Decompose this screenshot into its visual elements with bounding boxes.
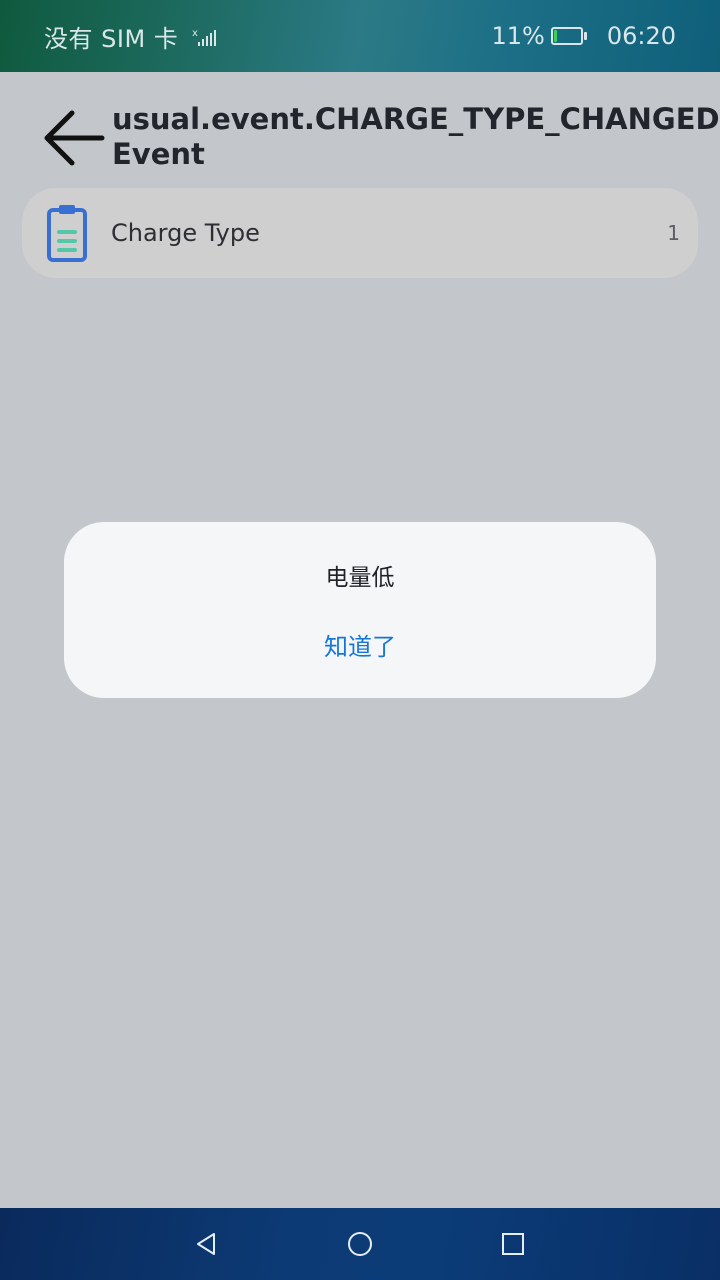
status-left: 没有 SIM 卡 x bbox=[44, 0, 218, 72]
row-label: Charge Type bbox=[111, 219, 260, 247]
back-triangle-icon bbox=[197, 1233, 215, 1255]
dialog-ok-button[interactable]: 知道了 bbox=[260, 622, 460, 672]
status-right: 11% 06:20 bbox=[491, 0, 676, 72]
nav-recents-button[interactable] bbox=[495, 1226, 531, 1262]
svg-text:x: x bbox=[192, 28, 198, 39]
home-circle-icon bbox=[348, 1232, 372, 1256]
page-title-line1: usual.event.CHARGE_TYPE_CHANGED bbox=[112, 102, 720, 136]
signal-icon: x bbox=[192, 25, 218, 47]
page-title-line2: Event bbox=[112, 137, 205, 171]
nav-home-button[interactable] bbox=[342, 1226, 378, 1262]
arrow-left-icon bbox=[44, 110, 105, 166]
navigation-bar bbox=[0, 1208, 720, 1280]
alert-dialog: 电量低 知道了 bbox=[64, 522, 656, 698]
clock: 06:20 bbox=[606, 22, 676, 50]
recents-square-icon bbox=[502, 1233, 524, 1255]
page-title: usual.event.CHARGE_TYPE_CHANGED Event bbox=[112, 102, 720, 172]
list-item-charge-type[interactable]: Charge Type 1 bbox=[22, 188, 698, 278]
status-bar: 没有 SIM 卡 x 11% 06:20 bbox=[0, 0, 720, 72]
battery-percent: 11% bbox=[491, 22, 545, 50]
row-value: 1 bbox=[667, 221, 680, 245]
nav-back-button[interactable] bbox=[188, 1226, 224, 1262]
dialog-message: 电量低 bbox=[325, 565, 395, 591]
header: usual.event.CHARGE_TYPE_CHANGED Event bbox=[0, 72, 720, 188]
carrier-text: 没有 SIM 卡 bbox=[44, 24, 179, 53]
battery-icon bbox=[550, 27, 587, 45]
clipboard-icon bbox=[47, 205, 87, 262]
back-button[interactable] bbox=[40, 104, 108, 172]
